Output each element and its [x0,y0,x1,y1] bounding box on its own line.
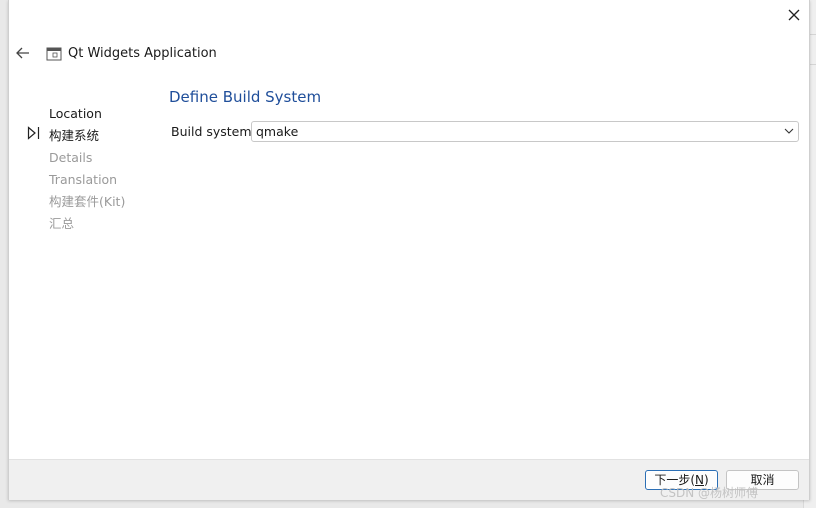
step-location: Location [49,106,102,121]
close-icon[interactable] [783,4,805,26]
build-system-value: qmake [256,124,299,139]
step-translation: Translation [49,172,118,187]
watermark-text: CSDN @杨树师傅 [660,486,759,500]
step-build-system: 构建系统 [49,128,100,143]
play-outline-icon [27,126,40,140]
wizard-dialog: Qt Widgets Application Location 构建系统 Det… [8,0,810,500]
chevron-down-icon [784,128,794,134]
step-details: Details [49,150,93,165]
build-system-combobox[interactable]: qmake [251,121,799,142]
page-title: Define Build System [169,88,322,106]
step-kit: 构建套件(Kit) [49,194,126,209]
back-arrow-icon[interactable] [13,43,33,63]
wizard-steps: Location 构建系统 Details Translation 构建套件(K… [49,103,125,235]
window-icon [46,47,62,61]
build-system-label: Build system: [171,124,256,139]
step-summary: 汇总 [49,216,75,231]
wizard-title: Qt Widgets Application [68,46,217,61]
